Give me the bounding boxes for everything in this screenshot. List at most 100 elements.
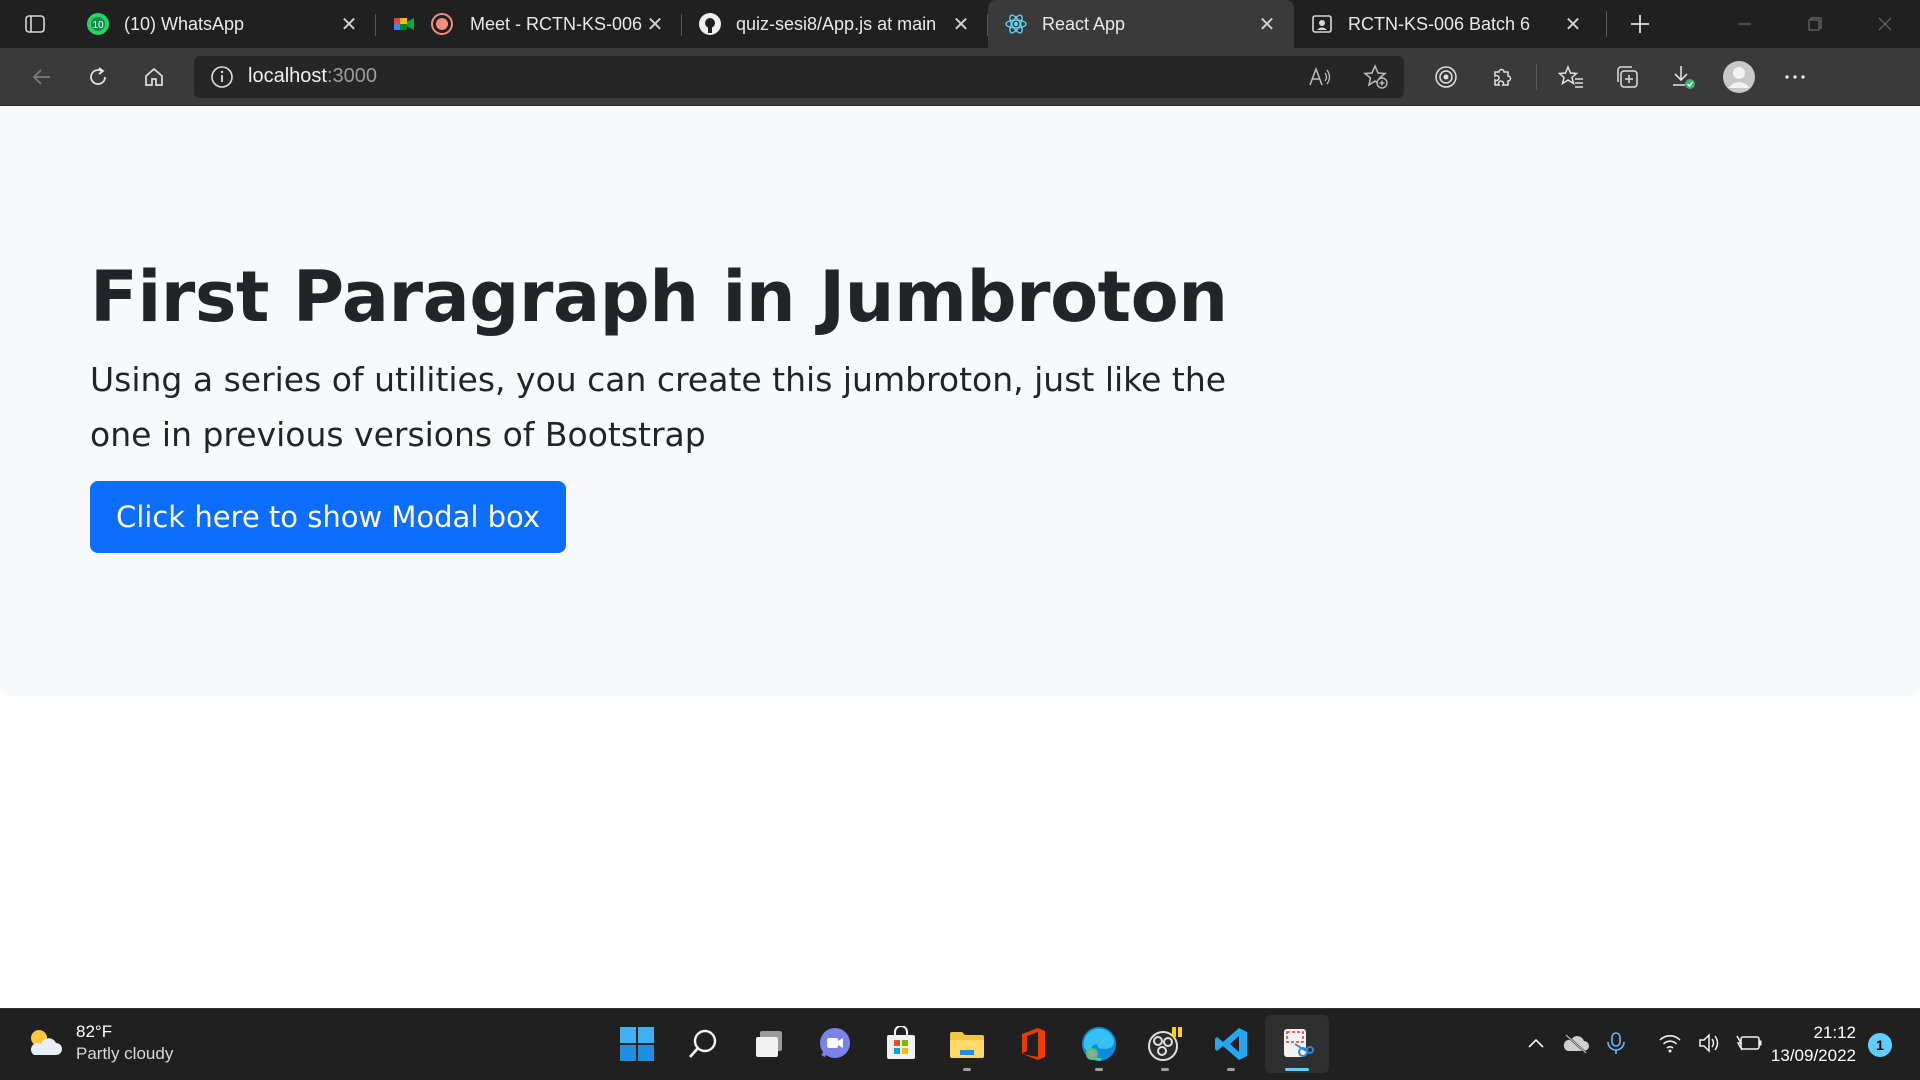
favorites-icon (1558, 64, 1583, 88)
start-button[interactable] (605, 1015, 669, 1073)
wifi-icon (1659, 1035, 1681, 1053)
tab-title: RCTN-KS-006 Batch 6 (1348, 13, 1531, 34)
download-icon (1673, 65, 1695, 89)
show-modal-button[interactable]: Click here to show Modal box (90, 481, 567, 553)
tracking-prevention-button[interactable] (1418, 55, 1474, 99)
vscode-button[interactable] (1199, 1015, 1263, 1073)
weather-condition: Partly cloudy (76, 1044, 174, 1063)
tab-meet[interactable]: Meet - RCTN-KS-006 ✕ (376, 0, 682, 48)
vscode-icon (1215, 1028, 1247, 1060)
classroom-icon (1310, 12, 1334, 36)
info-icon[interactable] (210, 65, 234, 89)
tray-spacer (1636, 1023, 1650, 1063)
more-dots-icon (1785, 74, 1805, 79)
whatsapp-icon: 10 (86, 12, 110, 36)
close-tab-icon[interactable]: ✕ (1560, 11, 1586, 37)
tab-title: (10) WhatsApp (124, 13, 245, 34)
url-port: :3000 (326, 65, 377, 87)
notification-badge[interactable]: 1 (1868, 1033, 1892, 1057)
target-icon (1435, 65, 1457, 88)
windows-taskbar: 82°F Partly cloudy 21:12 13/09/2022 1 (0, 1008, 1920, 1080)
store-icon (887, 1026, 915, 1059)
edge-button[interactable] (1067, 1015, 1131, 1073)
close-tab-icon[interactable]: ✕ (336, 11, 362, 37)
obs-icon (1148, 1027, 1182, 1061)
back-button[interactable] (14, 55, 70, 99)
volume-button[interactable] (1690, 1023, 1730, 1063)
microsoft-store-button[interactable] (869, 1015, 933, 1073)
home-button[interactable] (126, 55, 182, 99)
tab-github[interactable]: quiz-sesi8/App.js at main ✕ (682, 0, 988, 48)
tab-react-app[interactable]: React App ✕ (988, 0, 1294, 48)
close-tab-icon[interactable]: ✕ (642, 11, 668, 37)
cloud-offline-icon (1563, 1034, 1589, 1054)
tab-classroom[interactable]: RCTN-KS-006 Batch 6 ✕ (1294, 0, 1600, 48)
microphone-icon (1607, 1032, 1625, 1054)
system-clock[interactable]: 21:12 13/09/2022 (1756, 1021, 1856, 1067)
profile-button[interactable] (1711, 55, 1767, 99)
refresh-button[interactable] (70, 55, 126, 99)
folder-icon (950, 1032, 984, 1058)
extensions-button[interactable] (1474, 55, 1530, 99)
tab-actions-button[interactable] (0, 0, 70, 48)
home-icon (145, 67, 163, 86)
office-button[interactable] (1001, 1015, 1065, 1073)
microphone-button[interactable] (1596, 1023, 1636, 1063)
speaker-icon (1699, 1033, 1719, 1053)
jumbotron-lead: Using a series of utilities, you can cre… (90, 360, 1227, 454)
tab-title: Meet - RCTN-KS-006 (470, 13, 642, 34)
teams-chat-icon (820, 1028, 850, 1058)
downloads-button[interactable] (1655, 55, 1711, 99)
plus-icon (1631, 15, 1649, 33)
network-button[interactable] (1650, 1023, 1690, 1063)
refresh-icon (90, 66, 106, 85)
new-tab-button[interactable] (1613, 0, 1667, 48)
clock-date: 13/09/2022 (1770, 1046, 1856, 1065)
task-view-button[interactable] (737, 1015, 801, 1073)
edge-icon (1082, 1027, 1116, 1061)
avatar-icon (1723, 60, 1755, 93)
active-indicator (1285, 1068, 1309, 1071)
back-arrow-icon (32, 68, 50, 85)
onedrive-button[interactable] (1556, 1023, 1596, 1063)
close-window-button[interactable] (1850, 0, 1920, 48)
show-hidden-icons-button[interactable] (1516, 1023, 1556, 1063)
collections-icon (1617, 65, 1638, 88)
obs-button[interactable] (1133, 1015, 1197, 1073)
tab-whatsapp[interactable]: 10 (10) WhatsApp ✕ (70, 0, 376, 48)
puzzle-icon (1494, 68, 1512, 86)
collections-button[interactable] (1599, 55, 1655, 99)
weather-text: 82°F Partly cloudy (76, 1021, 173, 1065)
browser-tab-strip: 10 (10) WhatsApp ✕ Meet - RCTN-KS-006 ✕ … (0, 0, 1920, 48)
weather-widget[interactable]: 82°F Partly cloudy (24, 1021, 173, 1065)
close-tab-icon[interactable]: ✕ (948, 11, 974, 37)
minimize-button[interactable] (1710, 0, 1780, 48)
url-host: localhost (248, 65, 327, 87)
restore-button[interactable] (1780, 0, 1850, 48)
tab-title: quiz-sesi8/App.js at main (736, 13, 937, 34)
search-button[interactable] (671, 1015, 735, 1073)
weather-temp: 82°F (76, 1022, 113, 1041)
partly-cloudy-icon (30, 1030, 62, 1055)
clock-time: 21:12 (1813, 1023, 1856, 1042)
react-icon (1004, 12, 1028, 36)
file-explorer-button[interactable] (935, 1015, 999, 1073)
tab-divider (1606, 11, 1607, 37)
window-controls (1710, 0, 1920, 48)
chevron-up-icon (1528, 1038, 1544, 1048)
toolbar-divider (1536, 63, 1537, 90)
read-aloud-icon (1309, 66, 1331, 85)
close-icon (1878, 17, 1892, 31)
address-bar[interactable]: localhost:3000 (194, 55, 1404, 99)
read-aloud-button[interactable] (1292, 55, 1348, 99)
snipping-tool-button[interactable] (1265, 1015, 1329, 1073)
teams-chat-button[interactable] (803, 1015, 867, 1073)
tab-actions-icon (25, 15, 45, 33)
add-favorite-button[interactable] (1348, 55, 1404, 99)
favorites-button[interactable] (1543, 55, 1599, 99)
running-indicator (1095, 1068, 1103, 1071)
jumbotron-title: First Paragraph in Jumbroton (90, 256, 1228, 338)
close-tab-icon[interactable]: ✕ (1254, 11, 1280, 37)
restore-icon (1808, 17, 1822, 31)
settings-more-button[interactable] (1767, 55, 1823, 99)
